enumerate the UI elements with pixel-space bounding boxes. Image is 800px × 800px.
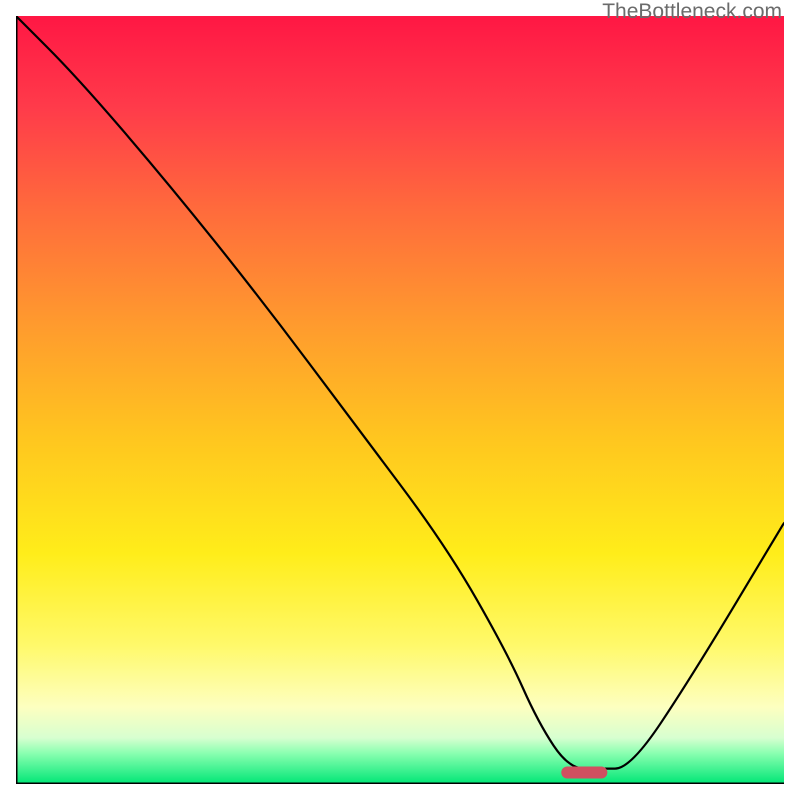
chart-svg: [16, 16, 784, 784]
gradient-background: [16, 16, 784, 784]
optimal-range-marker: [561, 766, 607, 778]
watermark-text: TheBottleneck.com: [602, 0, 782, 24]
chart-container: TheBottleneck.com: [0, 0, 800, 800]
plot-area: [16, 16, 784, 784]
